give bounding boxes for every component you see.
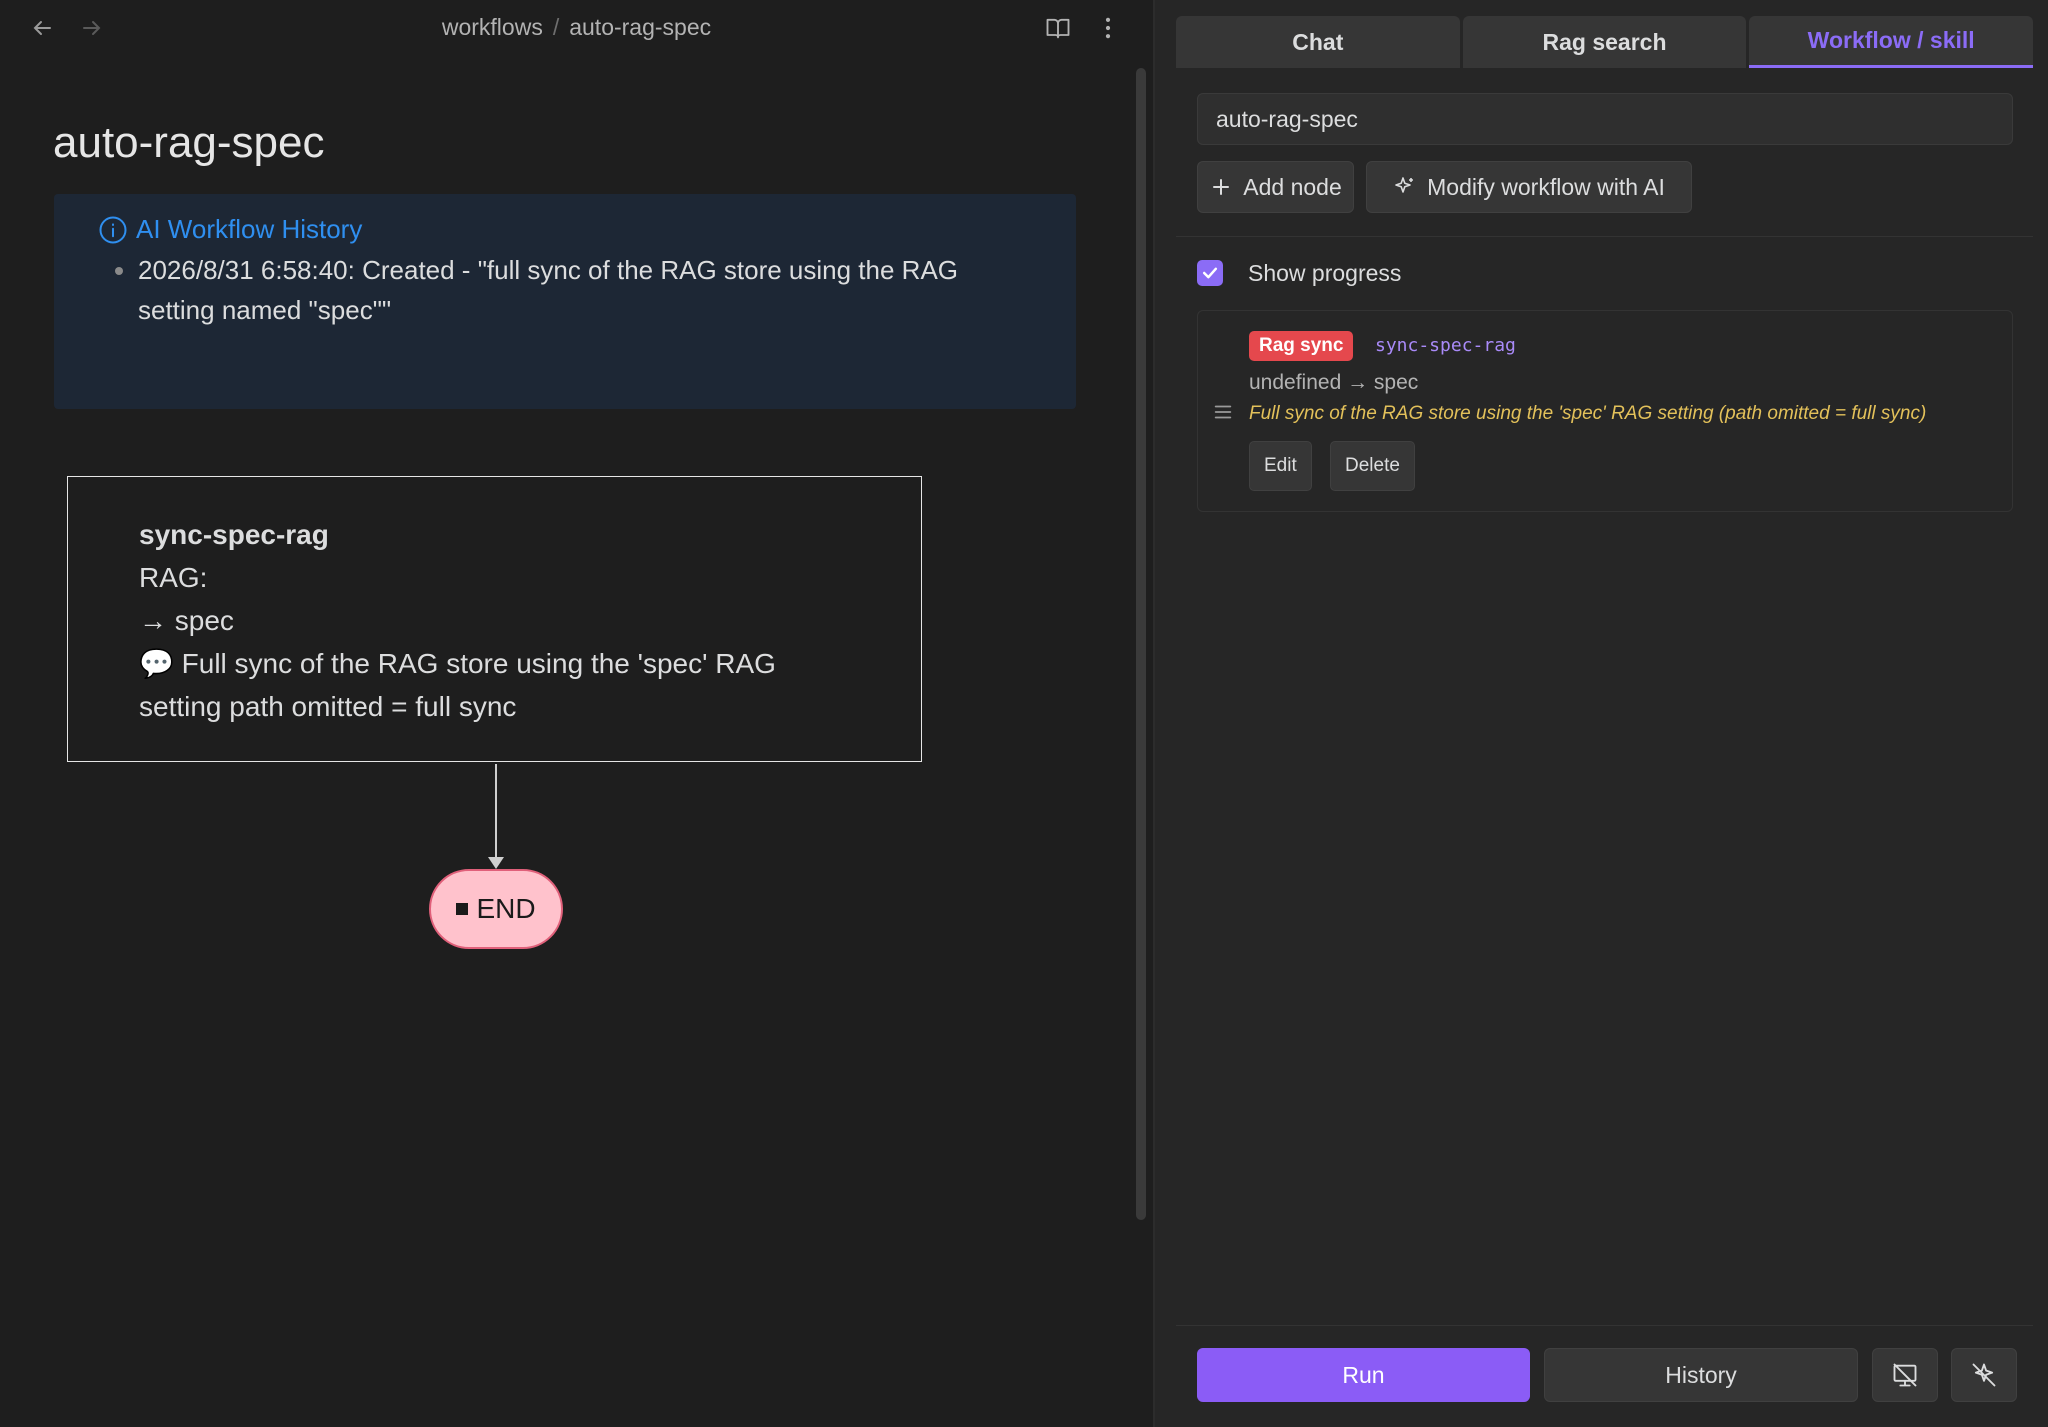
history-button[interactable]: History (1544, 1348, 1858, 1402)
speech-bubble-icon: 💬 (139, 648, 174, 679)
callout-title-text: AI Workflow History (136, 214, 363, 244)
page-title: auto-rag-spec (53, 118, 325, 167)
checkmark-icon (1202, 267, 1218, 279)
diagram-node-output: → spec (139, 605, 234, 636)
diagram-node-comment: 💬 Full sync of the RAG store using the '… (139, 642, 839, 728)
scrollbar[interactable] (1136, 68, 1148, 1220)
diagram-node-name: sync-spec-rag (139, 519, 329, 550)
screen-off-icon (1893, 1363, 1917, 1387)
workflow-node-card: Rag sync sync-spec-rag undefined → spec … (1197, 310, 2013, 512)
workflow-sidebar: Chat Rag search Workflow / skill Add nod… (1155, 0, 2048, 1427)
node-id: sync-spec-rag (1375, 335, 1516, 356)
diagram-node-content: sync-spec-rag RAG: → spec 💬 Full sync of… (139, 513, 839, 728)
drag-handle-icon[interactable] (1212, 401, 1234, 423)
tab-rag-search[interactable]: Rag search (1462, 16, 1747, 68)
scrollbar-thumb[interactable] (1136, 68, 1146, 1220)
breadcrumb-parent[interactable]: workflows (442, 14, 543, 40)
tab-workflow-skill[interactable]: Workflow / skill (1749, 16, 2034, 68)
modify-workflow-ai-label: Modify workflow with AI (1427, 173, 1665, 200)
section-divider (1176, 236, 2033, 237)
breadcrumb: workflows / auto-rag-spec (0, 14, 1153, 41)
view-header: workflows / auto-rag-spec (0, 0, 1153, 56)
sparkle-icon (1395, 177, 1414, 193)
history-entry: 2026/8/31 6:58:40: Created - "full sync … (138, 250, 1018, 330)
callout-title[interactable]: AI Workflow History (98, 214, 362, 245)
edit-button[interactable]: Edit (1249, 441, 1312, 491)
sparkle-off-button[interactable] (1951, 1348, 2017, 1402)
flow-connector (495, 764, 497, 864)
book-icon[interactable] (1040, 10, 1076, 46)
workflow-name-input[interactable] (1197, 93, 2013, 145)
flow-arrowhead (488, 857, 504, 869)
diagram-node-sync-spec-rag[interactable]: sync-spec-rag RAG: → spec 💬 Full sync of… (67, 476, 922, 762)
plus-icon (1213, 179, 1230, 195)
show-progress-label[interactable]: Show progress (1248, 260, 1401, 287)
breadcrumb-separator: / (552, 14, 560, 40)
run-button[interactable]: Run (1197, 1348, 1530, 1402)
info-icon (99, 216, 127, 243)
ai-history-callout: AI Workflow History 2026/8/31 6:58:40: C… (54, 194, 1076, 409)
screen-off-button[interactable] (1872, 1348, 1938, 1402)
stop-square-icon (456, 903, 469, 915)
note-pane: workflows / auto-rag-spec auto-rag-spec AI… (0, 0, 1153, 1427)
end-label: END (476, 893, 536, 924)
diagram-node-rag: RAG: (139, 562, 208, 593)
diagram-end-node[interactable]: END (429, 869, 563, 949)
breadcrumb-current[interactable]: auto-rag-spec (569, 14, 711, 40)
diagram-node-comment-text: Full sync of the RAG store using the 'sp… (139, 648, 776, 722)
delete-button[interactable]: Delete (1330, 441, 1415, 491)
tab-chat[interactable]: Chat (1176, 16, 1460, 68)
history-list: 2026/8/31 6:58:40: Created - "full sync … (94, 250, 1018, 330)
node-type-badge: Rag sync (1249, 331, 1354, 361)
sidebar-tabs: Chat Rag search Workflow / skill (1176, 16, 2034, 68)
node-comment: Full sync of the RAG store using the 'sp… (1249, 403, 1927, 424)
show-progress-checkbox[interactable] (1197, 260, 1223, 286)
add-node-button[interactable]: Add node (1197, 161, 1354, 213)
sparkle-off-icon (1972, 1363, 1996, 1387)
node-io: undefined → spec (1249, 371, 1419, 394)
footer-divider (1176, 1325, 2033, 1326)
more-vertical-icon[interactable] (1090, 10, 1126, 46)
modify-workflow-ai-button[interactable]: Modify workflow with AI (1366, 161, 1692, 213)
add-node-label: Add node (1243, 173, 1342, 200)
